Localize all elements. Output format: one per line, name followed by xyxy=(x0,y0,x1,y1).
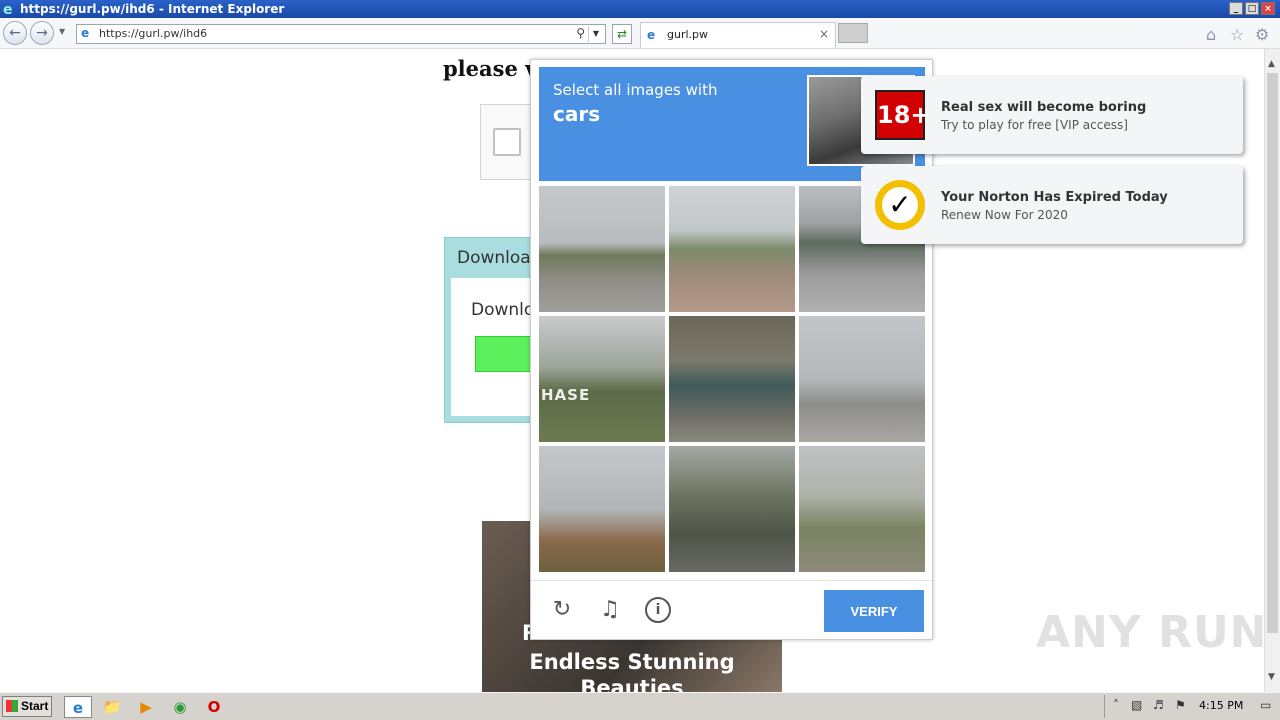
arrow-right-icon: → xyxy=(36,25,48,41)
refresh-button[interactable]: ⇄ xyxy=(612,24,632,44)
back-button[interactable]: ← xyxy=(3,21,27,45)
notification-title: Your Norton Has Expired Today xyxy=(941,190,1168,205)
tray-expand-icon[interactable]: ˄ xyxy=(1113,698,1119,712)
taskbar: Start e 📁 ▶ ◉ O ˄ ▧ ♬ ⚑ 4:15 PM ▭ xyxy=(0,692,1280,720)
taskbar-opera-icon[interactable]: O xyxy=(200,696,228,718)
clock[interactable]: 4:15 PM xyxy=(1199,699,1243,712)
tab-label: gurl.pw xyxy=(667,28,709,41)
tab-close-icon[interactable]: × xyxy=(819,27,829,41)
reload-icon[interactable]: ↻ xyxy=(549,597,575,623)
download-panel: Download Downlo xyxy=(444,237,545,423)
download-title: Download xyxy=(457,248,542,268)
favorites-star-icon[interactable]: ☆ xyxy=(1230,25,1244,44)
download-progress-bar xyxy=(475,336,535,372)
system-tray: ˄ ▧ ♬ ⚑ 4:15 PM ▭ xyxy=(1104,695,1280,718)
address-dropdown-icon[interactable]: ▼ xyxy=(588,26,603,42)
notification-subtitle: Renew Now For 2020 xyxy=(941,208,1068,222)
norton-check-icon: ✓ xyxy=(875,180,925,230)
start-button[interactable]: Start xyxy=(2,696,52,717)
arrow-left-icon: ← xyxy=(9,25,21,41)
promo-line2: Endless Stunning Beauties xyxy=(529,650,735,692)
captcha-tile-5[interactable] xyxy=(669,316,795,442)
home-icon[interactable]: ⌂ xyxy=(1206,25,1216,44)
scroll-down-icon[interactable]: ▼ xyxy=(1268,672,1275,682)
taskbar-explorer-icon[interactable]: 📁 xyxy=(98,696,126,718)
browser-toolbar: ← → ▼ e https://gurl.pw/ihd6 ⚲ ▼ ⇄ e gur… xyxy=(0,18,1280,49)
captcha-instruction: Select all images with xyxy=(553,81,718,99)
download-text: Downlo xyxy=(471,300,535,320)
audio-headphones-icon[interactable]: ♫ xyxy=(597,597,623,623)
notification-adult[interactable]: 18+ Real sex will become boring Try to p… xyxy=(861,76,1243,154)
close-window-button[interactable]: × xyxy=(1261,2,1275,15)
search-icon[interactable]: ⚲ xyxy=(576,26,585,40)
captcha-tile-8[interactable] xyxy=(669,446,795,572)
adult-18plus-icon: 18+ xyxy=(875,90,931,140)
captcha-tile-1[interactable] xyxy=(539,186,665,312)
ie-logo-icon: e xyxy=(3,2,13,18)
network-icon[interactable]: ▧ xyxy=(1131,698,1142,712)
scroll-up-icon[interactable]: ▲ xyxy=(1268,59,1275,69)
captcha-tile-6[interactable] xyxy=(799,316,925,442)
show-desktop-icon[interactable]: ▭ xyxy=(1260,698,1271,712)
taskbar-chrome-icon[interactable]: ◉ xyxy=(166,696,194,718)
tab-gurl[interactable]: e gurl.pw × xyxy=(640,22,836,48)
address-bar[interactable]: e https://gurl.pw/ihd6 ⚲ ▼ xyxy=(76,24,606,44)
volume-icon[interactable]: ♬ xyxy=(1153,698,1164,712)
taskbar-media-player-icon[interactable]: ▶ xyxy=(132,696,160,718)
captcha-tile-9[interactable] xyxy=(799,446,925,572)
captcha-tile-2[interactable] xyxy=(669,186,795,312)
notification-title: Real sex will become boring xyxy=(941,100,1147,115)
captcha-image-grid: HASE xyxy=(539,186,927,574)
forward-button[interactable]: → xyxy=(30,21,54,45)
captcha-tile-4[interactable]: HASE xyxy=(539,316,665,442)
recaptcha-checkbox[interactable] xyxy=(493,128,521,156)
minimize-button[interactable]: _ xyxy=(1229,2,1243,15)
page-content: please ve Download Downlo R Endless Stun… xyxy=(0,49,1264,692)
maximize-button[interactable]: □ xyxy=(1245,2,1259,15)
taskbar-ie-icon[interactable]: e xyxy=(64,696,92,718)
tab-favicon-icon: e xyxy=(647,28,656,42)
start-label: Start xyxy=(21,699,49,713)
captcha-target-object: cars xyxy=(553,102,601,126)
history-dropdown-icon[interactable]: ▼ xyxy=(59,27,65,36)
new-tab-button[interactable] xyxy=(838,23,868,43)
vertical-scrollbar[interactable]: ▲ ▼ xyxy=(1264,49,1280,692)
notification-norton[interactable]: ✓ Your Norton Has Expired Today Renew No… xyxy=(861,166,1243,244)
info-icon[interactable]: i xyxy=(645,597,671,623)
address-url[interactable]: https://gurl.pw/ihd6 xyxy=(99,27,207,40)
site-favicon-icon: e xyxy=(81,26,90,40)
action-center-flag-icon[interactable]: ⚑ xyxy=(1175,698,1186,712)
verify-button[interactable]: VERIFY xyxy=(824,590,924,632)
scroll-thumb[interactable] xyxy=(1267,73,1278,633)
windows-flag-icon xyxy=(6,700,18,712)
notification-subtitle: Try to play for free [VIP access] xyxy=(941,118,1128,132)
window-title: https://gurl.pw/ihd6 - Internet Explorer xyxy=(20,2,285,16)
window-title-bar: e https://gurl.pw/ihd6 - Internet Explor… xyxy=(0,0,1280,18)
captcha-footer-divider xyxy=(531,580,932,581)
refresh-icon: ⇄ xyxy=(616,27,628,41)
captcha-tile-7[interactable] xyxy=(539,446,665,572)
anyrun-watermark: ANY RUN xyxy=(1036,607,1268,658)
settings-gear-icon[interactable]: ⚙ xyxy=(1255,25,1269,44)
tile-sign-text: HASE xyxy=(541,386,591,404)
